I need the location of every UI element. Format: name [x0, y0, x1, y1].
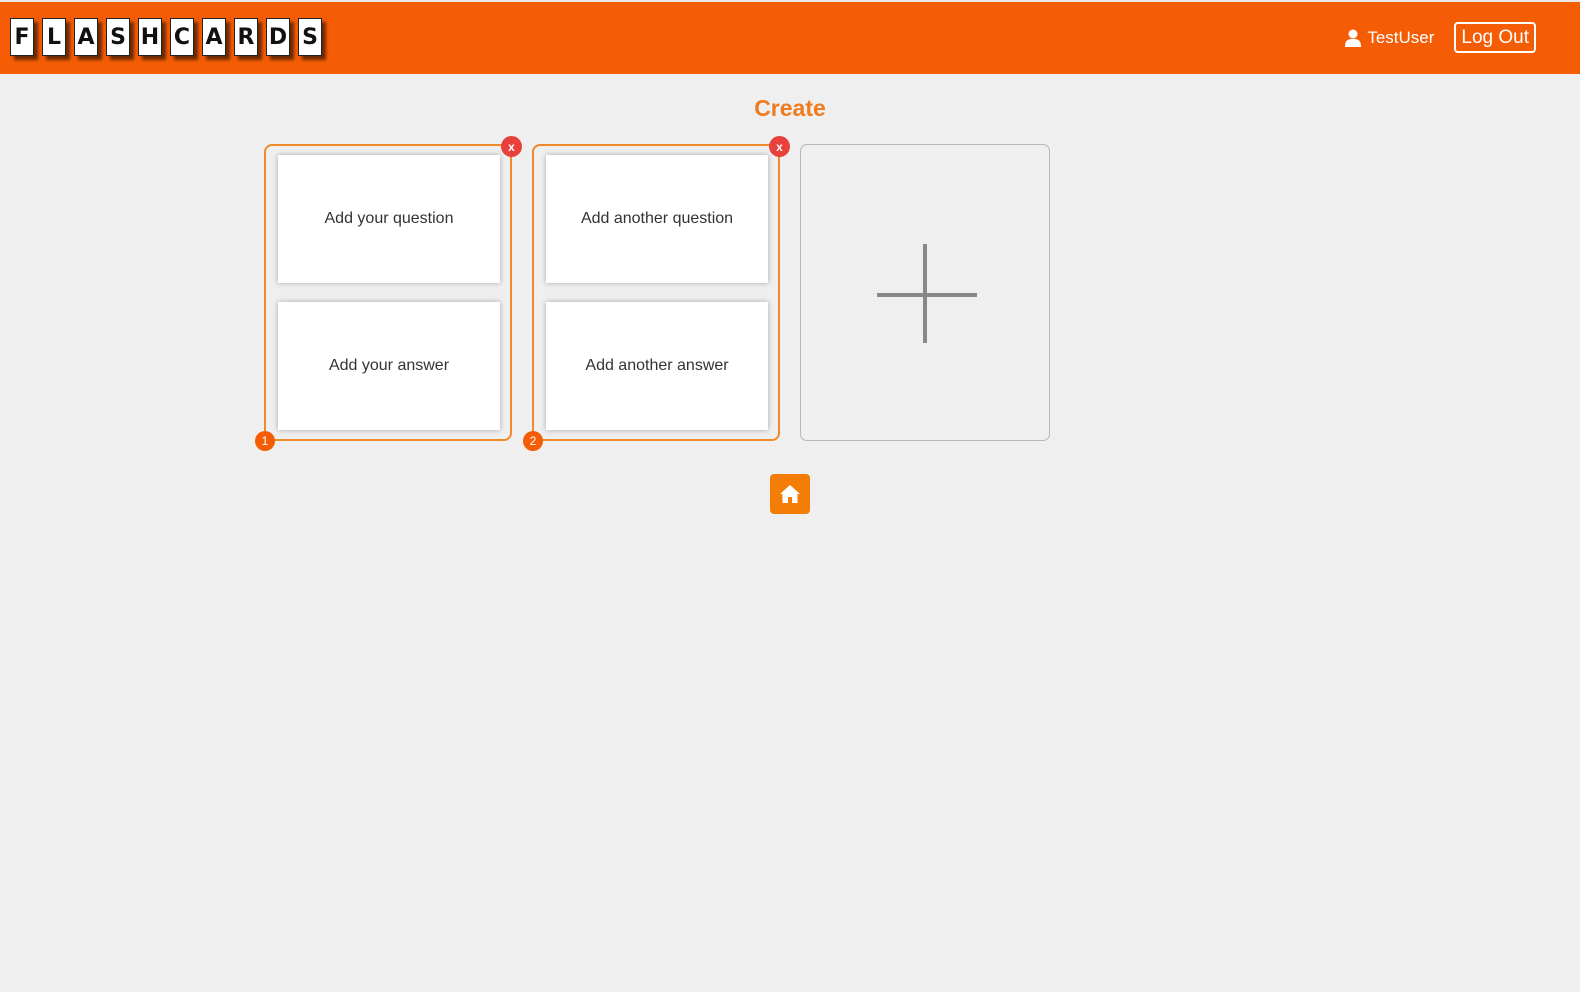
card-number-badge: 1 — [255, 431, 275, 451]
username[interactable]: TestUser — [1367, 28, 1434, 48]
user-icon — [1345, 29, 1362, 47]
home-icon — [780, 485, 800, 503]
flashcards-logo[interactable]: F L A S H C A R D S — [10, 18, 330, 56]
logo-letter: L — [42, 18, 66, 56]
card-number-badge: 2 — [523, 431, 543, 451]
logo-letter: A — [202, 18, 226, 56]
flashcard-2: Add another question Add another answer … — [523, 136, 790, 451]
flashcard-1: Add your question Add your answer x 1 — [255, 136, 522, 451]
remove-card-button[interactable]: x — [769, 136, 790, 157]
home-button[interactable] — [770, 474, 810, 514]
logo-letter: H — [138, 18, 162, 56]
page-title: Create — [754, 95, 826, 121]
remove-card-button[interactable]: x — [501, 136, 522, 157]
answer-field[interactable]: Add your answer — [278, 302, 500, 430]
question-field[interactable]: Add another question — [546, 155, 768, 283]
question-field[interactable]: Add your question — [278, 155, 500, 283]
logout-button[interactable]: Log Out — [1454, 22, 1536, 53]
top-bar: F L A S H C A R D S TestUser Log Out — [0, 0, 1580, 74]
user-area: TestUser Log Out — [1345, 22, 1536, 53]
answer-field[interactable]: Add another answer — [546, 302, 768, 430]
logo-letter: C — [170, 18, 194, 56]
add-card-button[interactable] — [800, 144, 1050, 441]
logo-letter: S — [106, 18, 130, 56]
logo-letter: S — [298, 18, 322, 56]
plus-icon — [877, 293, 977, 297]
logo-letter: A — [74, 18, 98, 56]
logo-letter: D — [266, 18, 290, 56]
logo-letter: R — [234, 18, 258, 56]
logo-letter: F — [10, 18, 34, 56]
